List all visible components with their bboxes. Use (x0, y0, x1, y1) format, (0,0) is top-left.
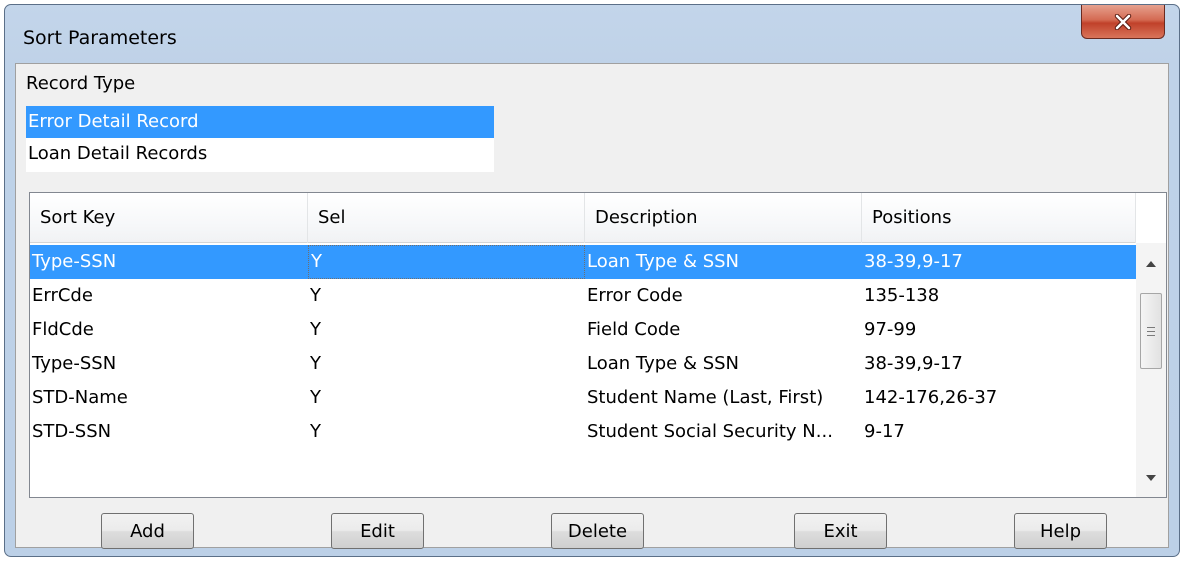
grid-header: Sort Key Sel Description Positions (30, 193, 1136, 243)
arrow-down-icon (1146, 475, 1156, 481)
column-header-description[interactable]: Description (585, 193, 862, 243)
cell-description[interactable]: Student Social Security N... (585, 415, 862, 449)
cell-sort-key[interactable]: FldCde (30, 313, 308, 347)
cell-positions[interactable]: 38-39,9-17 (862, 245, 1136, 279)
record-type-list[interactable]: Error Detail Record Loan Detail Records (26, 106, 494, 172)
cell-positions[interactable]: 38-39,9-17 (862, 347, 1136, 381)
table-row[interactable]: STD-SSN Y Student Social Security N... 9… (30, 415, 1136, 449)
edit-button[interactable]: Edit (331, 513, 424, 549)
table-row[interactable]: Type-SSN Y Loan Type & SSN 38-39,9-17 (30, 245, 1136, 279)
close-icon (1114, 13, 1132, 30)
scroll-up-button[interactable] (1136, 249, 1166, 279)
cell-positions[interactable]: 97-99 (862, 313, 1136, 347)
table-row[interactable]: ErrCde Y Error Code 135-138 (30, 279, 1136, 313)
table-row[interactable]: Type-SSN Y Loan Type & SSN 38-39,9-17 (30, 347, 1136, 381)
sort-key-grid[interactable]: Sort Key Sel Description Positions Type-… (29, 192, 1167, 498)
record-type-item-error-detail[interactable]: Error Detail Record (26, 106, 494, 138)
scroll-down-button[interactable] (1136, 463, 1166, 493)
cell-positions[interactable]: 135-138 (862, 279, 1136, 313)
grip-icon (1147, 326, 1155, 336)
add-button[interactable]: Add (101, 513, 194, 549)
column-header-positions[interactable]: Positions (862, 193, 1136, 243)
grid-rows: Type-SSN Y Loan Type & SSN 38-39,9-17 Er… (30, 245, 1136, 449)
arrow-up-icon (1146, 261, 1156, 267)
cell-sort-key[interactable]: Type-SSN (30, 347, 308, 381)
cell-description[interactable]: Student Name (Last, First) (585, 381, 862, 415)
column-header-sel[interactable]: Sel (308, 193, 585, 243)
cell-description[interactable]: Error Code (585, 279, 862, 313)
title-bar[interactable]: Sort Parameters (5, 5, 1179, 59)
record-type-item-loan-detail[interactable]: Loan Detail Records (26, 138, 494, 170)
cell-sort-key[interactable]: STD-SSN (30, 415, 308, 449)
cell-sel[interactable]: Y (308, 381, 585, 415)
cell-sort-key[interactable]: STD-Name (30, 381, 308, 415)
close-button[interactable] (1081, 5, 1165, 39)
cell-sel[interactable]: Y (308, 347, 585, 381)
cell-positions[interactable]: 142-176,26-37 (862, 381, 1136, 415)
exit-button[interactable]: Exit (794, 513, 887, 549)
scroll-thumb[interactable] (1140, 293, 1162, 369)
cell-positions[interactable]: 9-17 (862, 415, 1136, 449)
help-button[interactable]: Help (1014, 513, 1107, 549)
cell-description[interactable]: Loan Type & SSN (585, 347, 862, 381)
cell-sel[interactable]: Y (308, 313, 585, 347)
cell-sel[interactable]: Y (308, 415, 585, 449)
cell-description[interactable]: Field Code (585, 313, 862, 347)
sort-parameters-window: Sort Parameters Record Type Error Detail… (4, 4, 1180, 557)
cell-description[interactable]: Loan Type & SSN (585, 245, 862, 279)
cell-sel[interactable]: Y (308, 245, 585, 279)
window-title: Sort Parameters (23, 27, 177, 49)
column-header-sort-key[interactable]: Sort Key (30, 193, 308, 243)
cell-sel[interactable]: Y (308, 279, 585, 313)
dialog-client-area: Record Type Error Detail Record Loan Det… (15, 63, 1169, 549)
table-row[interactable]: STD-Name Y Student Name (Last, First) 14… (30, 381, 1136, 415)
cell-sort-key[interactable]: ErrCde (30, 279, 308, 313)
vertical-scrollbar[interactable] (1136, 243, 1166, 497)
table-row[interactable]: FldCde Y Field Code 97-99 (30, 313, 1136, 347)
record-type-label: Record Type (26, 73, 136, 94)
cell-sort-key[interactable]: Type-SSN (30, 245, 308, 279)
delete-button[interactable]: Delete (551, 513, 644, 549)
